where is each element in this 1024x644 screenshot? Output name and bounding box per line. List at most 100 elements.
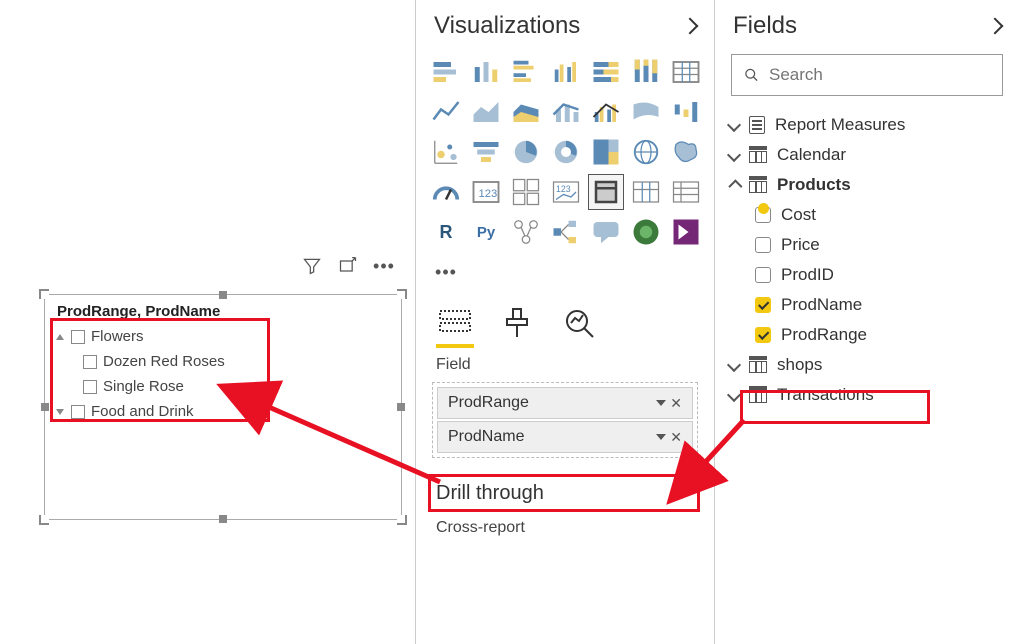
line-chart-icon[interactable] xyxy=(428,94,464,130)
collapse-icon[interactable] xyxy=(682,18,699,35)
line-stacked-column-icon[interactable] xyxy=(548,94,584,130)
checkbox[interactable] xyxy=(83,380,97,394)
chevron-down-icon[interactable] xyxy=(727,388,741,402)
filter-icon[interactable] xyxy=(301,255,323,277)
clustered-column-icon[interactable] xyxy=(548,54,584,90)
drill-through-header: Drill through xyxy=(416,462,714,511)
table-products[interactable]: Products xyxy=(725,170,1009,200)
resize-handle[interactable] xyxy=(219,291,227,299)
fields-pane: Fields Report Measures Calendar Products… xyxy=(715,0,1019,644)
ribbon-chart-icon[interactable] xyxy=(628,94,664,130)
more-options-icon[interactable]: ••• xyxy=(373,255,395,277)
filled-map-icon[interactable] xyxy=(668,134,704,170)
arcgis-icon[interactable] xyxy=(628,214,664,250)
donut-icon[interactable] xyxy=(548,134,584,170)
collapse-icon[interactable] xyxy=(987,18,1004,35)
chevron-down-icon[interactable] xyxy=(727,358,741,372)
remove-field-icon[interactable]: ✕ xyxy=(670,395,682,412)
resize-handle[interactable] xyxy=(39,289,49,299)
resize-handle[interactable] xyxy=(397,289,407,299)
chevron-up-icon[interactable] xyxy=(728,179,742,193)
matrix-icon[interactable] xyxy=(668,174,704,210)
decomposition-tree-icon[interactable] xyxy=(548,214,584,250)
field-well-prodrange[interactable]: ProdRange ✕ xyxy=(437,387,693,419)
table-transactions[interactable]: Transactions xyxy=(725,380,1009,410)
powerapps-icon[interactable] xyxy=(668,214,704,250)
resize-handle[interactable] xyxy=(397,515,407,525)
checkbox[interactable] xyxy=(71,330,85,344)
hundred-stacked-column-icon[interactable] xyxy=(628,54,664,90)
slicer-item-flowers[interactable]: Flowers xyxy=(55,324,391,349)
fields-tab[interactable] xyxy=(436,304,474,342)
field-section-label: Field xyxy=(416,348,714,378)
area-chart-icon[interactable] xyxy=(468,94,504,130)
focus-mode-icon[interactable] xyxy=(337,255,359,277)
multi-card-icon[interactable] xyxy=(508,174,544,210)
kpi-icon[interactable]: 123 xyxy=(548,174,584,210)
field-price[interactable]: Price xyxy=(725,230,1009,260)
table-shops[interactable]: shops xyxy=(725,350,1009,380)
key-influencers-icon[interactable] xyxy=(508,214,544,250)
field-prodname[interactable]: ProdName xyxy=(725,290,1009,320)
resize-handle[interactable] xyxy=(219,515,227,523)
format-tab[interactable] xyxy=(498,304,536,342)
chevron-down-icon[interactable] xyxy=(656,434,666,440)
stacked-area-icon[interactable] xyxy=(508,94,544,130)
table-calendar[interactable]: Calendar xyxy=(725,140,1009,170)
field-well-prodname[interactable]: ProdName ✕ xyxy=(437,421,693,453)
field-prodrange[interactable]: ProdRange xyxy=(725,320,1009,350)
chevron-down-icon[interactable] xyxy=(727,118,741,132)
analytics-tab[interactable] xyxy=(560,304,598,342)
qa-visual-icon[interactable] xyxy=(588,214,624,250)
field-well[interactable]: ProdRange ✕ ProdName ✕ xyxy=(432,382,698,458)
waterfall-icon[interactable] xyxy=(668,94,704,130)
checkbox[interactable] xyxy=(755,237,771,253)
slicer-item-food-and-drink[interactable]: Food and Drink xyxy=(55,399,391,424)
card-icon[interactable]: 123 xyxy=(468,174,504,210)
chevron-up-icon[interactable] xyxy=(55,332,65,342)
remove-field-icon[interactable]: ✕ xyxy=(670,429,682,446)
treemap-icon[interactable] xyxy=(588,134,624,170)
gauge-icon[interactable] xyxy=(428,174,464,210)
slicer-item-dozen-red-roses[interactable]: Dozen Red Roses xyxy=(55,349,391,374)
chevron-down-icon[interactable] xyxy=(727,148,741,162)
resize-handle[interactable] xyxy=(397,403,405,411)
resize-handle[interactable] xyxy=(41,403,49,411)
line-clustered-column-icon[interactable] xyxy=(588,94,624,130)
active-badge-icon xyxy=(758,203,769,214)
scatter-icon[interactable] xyxy=(428,134,464,170)
visualizations-pane: Visualizations 123 123 R Py xyxy=(415,0,715,644)
report-canvas[interactable]: ••• ProdRange, ProdName Flowers Dozen Re… xyxy=(0,0,415,644)
funnel-icon[interactable] xyxy=(468,134,504,170)
table-icon xyxy=(749,356,767,374)
checkbox[interactable] xyxy=(83,355,97,369)
pie-icon[interactable] xyxy=(508,134,544,170)
search-input[interactable] xyxy=(769,65,990,85)
slicer-icon[interactable] xyxy=(588,174,624,210)
checkbox[interactable] xyxy=(71,405,85,419)
slicer-visual[interactable]: ProdRange, ProdName Flowers Dozen Red Ro… xyxy=(44,294,402,520)
more-visuals-icon[interactable]: ••• xyxy=(428,254,464,290)
fields-search[interactable] xyxy=(731,54,1003,96)
search-icon xyxy=(744,65,759,85)
table-icon[interactable] xyxy=(668,54,704,90)
stacked-bar-icon[interactable] xyxy=(428,54,464,90)
slicer-item-single-rose[interactable]: Single Rose xyxy=(55,374,391,399)
stacked-column-icon[interactable] xyxy=(468,54,504,90)
r-visual-icon[interactable]: R xyxy=(428,214,464,250)
resize-handle[interactable] xyxy=(39,515,49,525)
python-visual-icon[interactable]: Py xyxy=(468,214,504,250)
table-viz-icon[interactable] xyxy=(628,174,664,210)
checkbox-checked[interactable] xyxy=(755,297,771,313)
checkbox-checked[interactable] xyxy=(755,327,771,343)
map-icon[interactable] xyxy=(628,134,664,170)
clustered-bar-icon[interactable] xyxy=(508,54,544,90)
chevron-down-icon[interactable] xyxy=(656,400,666,406)
chevron-down-icon[interactable] xyxy=(55,407,65,417)
svg-text:123: 123 xyxy=(556,184,571,194)
table-label: Products xyxy=(777,175,851,195)
checkbox[interactable] xyxy=(755,267,771,283)
field-prodid[interactable]: ProdID xyxy=(725,260,1009,290)
table-report-measures[interactable]: Report Measures xyxy=(725,110,1009,140)
hundred-stacked-bar-icon[interactable] xyxy=(588,54,624,90)
